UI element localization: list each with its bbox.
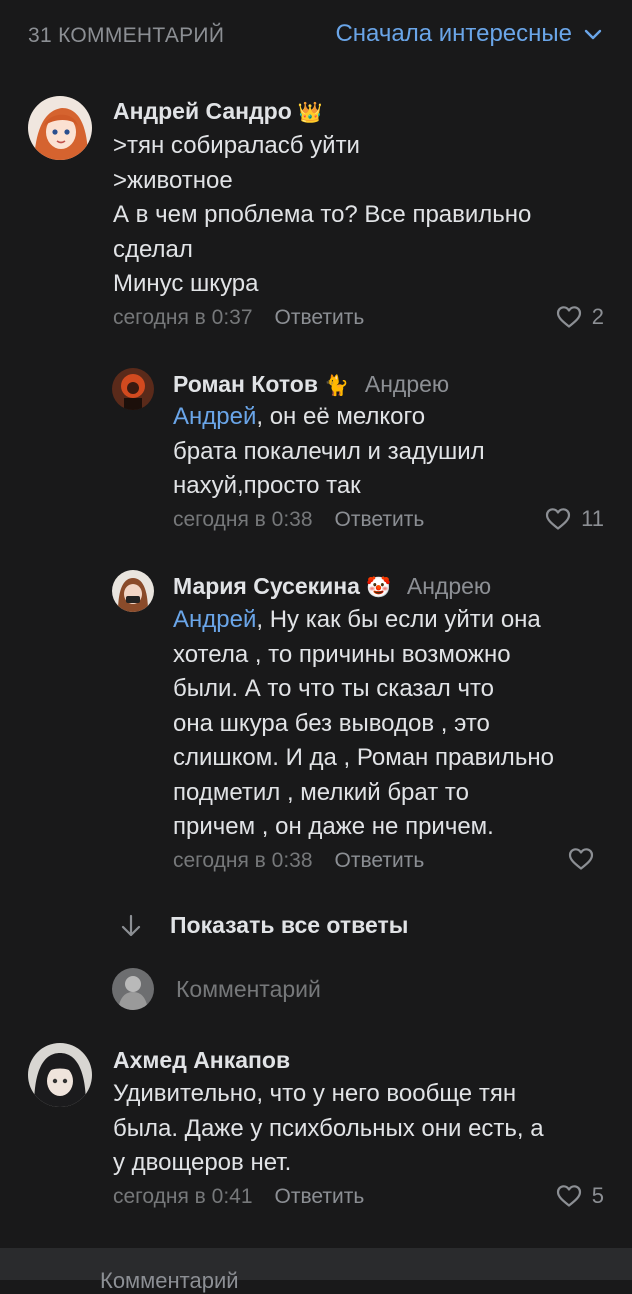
heart-icon (546, 508, 571, 530)
likes-count: 5 (591, 1183, 604, 1208)
comment-line: брата покалечил и задушил (173, 437, 485, 465)
sort-dropdown[interactable]: Сначала интересные (335, 20, 604, 48)
comment-line: были. А то что ты сказал что (173, 675, 495, 702)
comment-time: сегодня в 0:38 (173, 849, 313, 872)
sort-label: Сначала интересные (335, 20, 572, 47)
comment-line: А в чем рпоблема то? Все правильно (113, 201, 532, 228)
comment-time: сегодня в 0:41 (113, 1185, 253, 1208)
reply-button[interactable]: Ответить (335, 849, 425, 873)
like-button[interactable]: 2 (556, 304, 604, 330)
reply-to[interactable]: Андрею (407, 573, 491, 600)
comment-line: она шкура без выводов , это (173, 709, 490, 737)
avatar[interactable] (28, 96, 92, 160)
likes-count: 2 (591, 304, 604, 329)
avatar[interactable] (112, 368, 154, 410)
chevron-down-icon (584, 29, 602, 40)
comments-header: 31 КОММЕНТАРИЙ Сначала интересные (0, 0, 632, 72)
comments-count: 31 КОММЕНТАРИЙ (28, 24, 225, 47)
author-name[interactable]: Мария Сусекина (173, 573, 360, 600)
comment-line: >животное (113, 166, 233, 194)
bottom-comment-bar[interactable]: Комментарий (0, 1248, 632, 1293)
like-button[interactable] (568, 847, 604, 871)
comment-line: >тян собираласб уйти (113, 132, 360, 159)
comment-text: Андрей, Ну как бы если уйти она хотела ,… (173, 603, 554, 845)
comment-line: была. Даже у психбольных они есть, а (113, 1114, 544, 1142)
comment-line: нахуй,просто так (173, 472, 361, 499)
author-name[interactable]: Ахмед Анкапов (113, 1047, 290, 1074)
comment-line: хотела , то причины возможно (173, 640, 511, 668)
clown-icon: 🤡 (365, 574, 391, 599)
comment-line: Удивительно, что у него вообще тян (113, 1080, 517, 1107)
mention-link[interactable]: Андрей (173, 403, 256, 430)
heart-icon (556, 1185, 581, 1207)
author-name[interactable]: Андрей Сандро (113, 98, 292, 125)
show-all-label: Показать все ответы (170, 912, 409, 938)
like-button[interactable]: 5 (556, 1183, 604, 1209)
comment-line: Минус шкура (113, 270, 259, 297)
show-all-replies-button[interactable]: Показать все ответы (120, 912, 408, 939)
comment-line: сделал (113, 235, 193, 263)
avatar (112, 968, 154, 1010)
reply-button[interactable]: Ответить (275, 1185, 365, 1209)
cat-icon: 🐈 (323, 372, 349, 397)
comment-time: сегодня в 0:37 (113, 306, 253, 329)
comment-text: Андрей, он её мелкого брата покалечил и … (173, 400, 485, 504)
comment-line: , Ну как бы если уйти она (256, 606, 541, 633)
comment-line: слишком. И да , Роман правильно (173, 744, 554, 771)
comment-line: подметил , мелкий брат то (173, 778, 469, 806)
reply-button[interactable]: Ответить (275, 306, 365, 330)
reply-comment-input[interactable]: Комментарий (112, 968, 321, 1010)
comment-line: , он её мелкого (256, 403, 426, 430)
comment-line: причем , он даже не причем. (173, 813, 494, 840)
bottom-comment-placeholder: Комментарий (100, 1268, 239, 1293)
heart-icon (556, 306, 581, 328)
avatar[interactable] (28, 1043, 92, 1107)
like-button[interactable]: 11 (545, 506, 604, 532)
mention-link[interactable]: Андрей (173, 606, 256, 633)
arrow-down-icon (121, 914, 141, 936)
comment-placeholder: Комментарий (176, 975, 321, 1002)
comment-text: >тян собираласб уйти >животное А в чем р… (113, 129, 531, 302)
avatar[interactable] (112, 570, 154, 612)
heart-icon (568, 848, 594, 870)
comment-text: Удивительно, что у него вообще тян была.… (113, 1077, 544, 1181)
reply-button[interactable]: Ответить (335, 508, 425, 532)
comment-time: сегодня в 0:38 (173, 508, 313, 531)
reply-to[interactable]: Андрею (365, 371, 449, 398)
likes-count: 11 (581, 506, 604, 531)
comment-line: у двощеров нет. (113, 1149, 292, 1176)
crown-icon: 👑 (297, 99, 323, 124)
author-name[interactable]: Роман Котов (173, 371, 318, 398)
